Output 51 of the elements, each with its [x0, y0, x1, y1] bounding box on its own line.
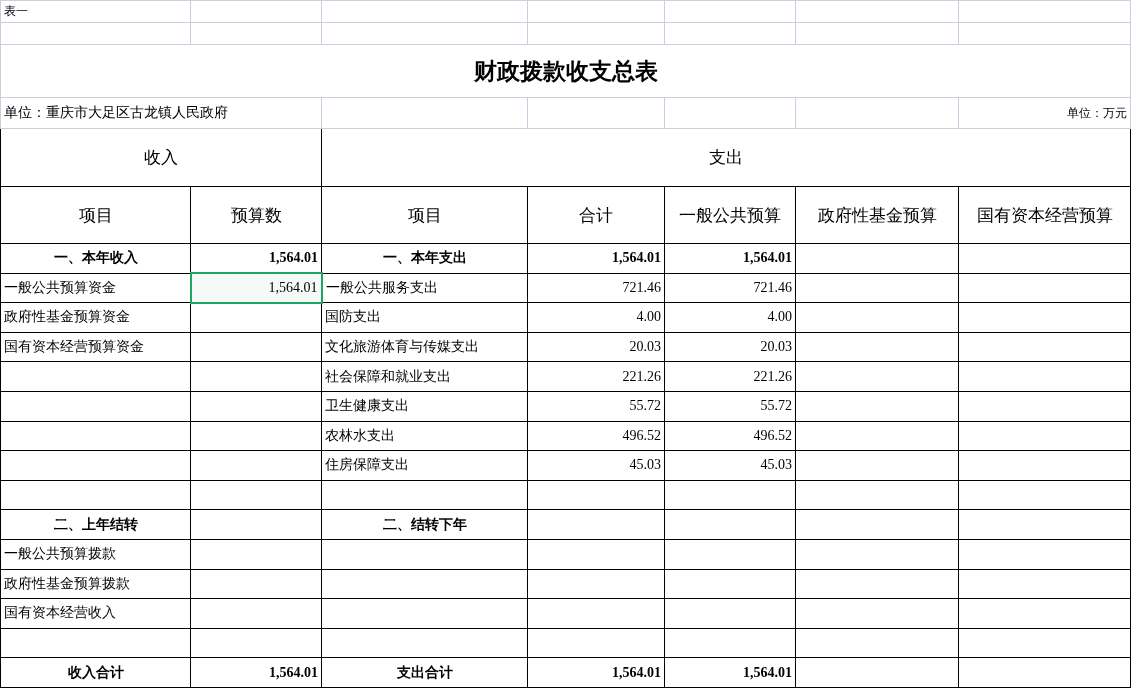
table-cell: 55.72: [527, 391, 665, 422]
table-cell: 支出合计: [321, 657, 528, 688]
table-cell: 1,564.01: [190, 273, 322, 303]
column-header: 国有资本经营预算: [958, 186, 1131, 244]
organization-label: 单位：重庆市大足区古龙镇人民政府: [4, 105, 228, 120]
table-cell: 农林水支出: [321, 421, 528, 451]
table-cell: 一般公共预算拨款: [0, 539, 191, 570]
table-cell: 国防支出: [321, 302, 528, 333]
table-cell: 国有资本经营预算资金: [0, 332, 191, 362]
column-header: 项目: [0, 186, 191, 244]
table-cell: 社会保障和就业支出: [321, 361, 528, 392]
table-cell: 一、本年收入: [0, 243, 191, 274]
table-cell: 1,564.01: [190, 657, 322, 688]
table-cell: 721.46: [527, 273, 665, 303]
table-cell: 221.26: [664, 361, 796, 392]
table-cell: 20.03: [664, 332, 796, 362]
table-cell: 221.26: [527, 361, 665, 392]
table-cell: 4.00: [527, 302, 665, 333]
table-cell: 1,564.01: [664, 243, 796, 274]
table-cell: 收入合计: [0, 657, 191, 688]
table-cell: 1,564.01: [664, 657, 796, 688]
table-cell: 一、本年支出: [321, 243, 528, 274]
table-cell: 4.00: [664, 302, 796, 333]
table-cell: 卫生健康支出: [321, 391, 528, 422]
table-cell: 496.52: [527, 421, 665, 451]
table-cell: 45.03: [527, 450, 665, 481]
table-cell: 住房保障支出: [321, 450, 528, 481]
table-cell: 一般公共服务支出: [321, 273, 528, 303]
table-cell: 二、上年结转: [0, 509, 191, 540]
table-title: 财政拨款收支总表: [473, 58, 658, 84]
table-cell: 文化旅游体育与传媒支出: [321, 332, 528, 362]
table-cell: 496.52: [664, 421, 796, 451]
table-cell: 二、结转下年: [321, 509, 528, 540]
column-header: 预算数: [190, 186, 322, 244]
table-cell: 55.72: [664, 391, 796, 422]
column-header: 收入: [0, 128, 322, 187]
column-header: 一般公共预算: [664, 186, 796, 244]
column-header: 项目: [321, 186, 528, 244]
unit-label: 单位：万元: [1067, 105, 1127, 120]
table-cell: 1,564.01: [527, 243, 665, 274]
table-cell: 国有资本经营收入: [0, 598, 191, 629]
table-cell: 45.03: [664, 450, 796, 481]
column-header: 合计: [527, 186, 665, 244]
table-cell: 政府性基金预算拨款: [0, 569, 191, 599]
table-cell: 721.46: [664, 273, 796, 303]
table-cell: 20.03: [527, 332, 665, 362]
table-cell: 1,564.01: [527, 657, 665, 688]
sheet-label: 表一: [4, 4, 28, 18]
column-header: 政府性基金预算: [795, 186, 959, 244]
column-header: 支出: [321, 128, 1131, 187]
table-cell: 政府性基金预算资金: [0, 302, 191, 333]
